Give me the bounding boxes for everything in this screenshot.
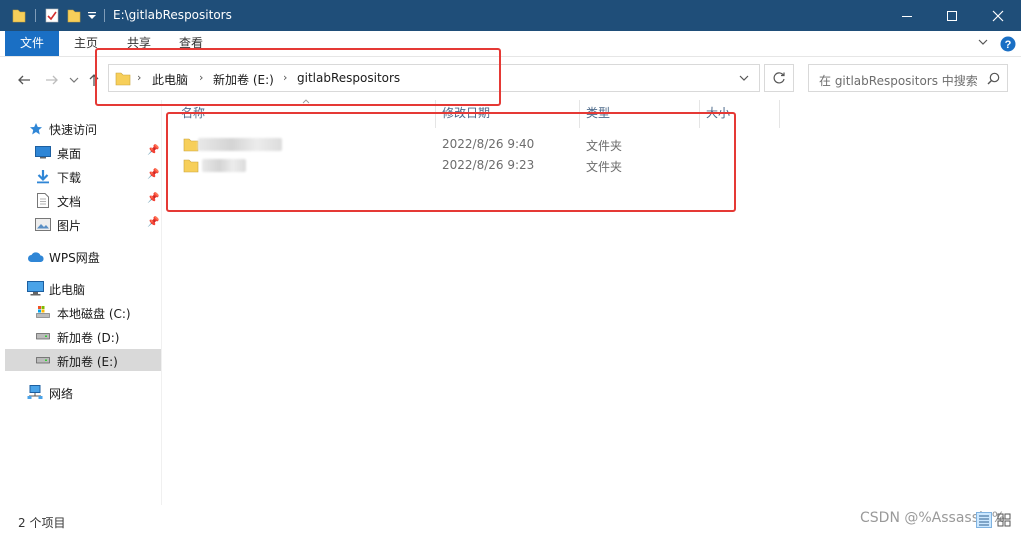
maximize-icon [947, 10, 957, 21]
maximize-button[interactable] [929, 0, 975, 31]
back-button[interactable] [14, 70, 34, 90]
sidebar-item-label: 下载 [57, 171, 82, 185]
chevron-down-icon [69, 77, 79, 83]
sidebar-item-label: 本地磁盘 (C:) [57, 307, 131, 321]
document-icon [37, 193, 49, 208]
desktop-icon [35, 146, 51, 159]
sidebar-item-quick-access[interactable]: 快速访问 [5, 117, 161, 139]
tab-file[interactable]: 文件 [5, 31, 60, 56]
search-icon[interactable] [987, 72, 1000, 85]
title-bar: E:\gitlabRespositors [0, 0, 1021, 31]
sidebar-item-label: 文档 [57, 195, 82, 209]
sidebar-item-label: 桌面 [57, 147, 82, 161]
search-box[interactable]: 在 gitlabRespositors 中搜索 [808, 64, 1008, 92]
sidebar-item-label: 快速访问 [49, 123, 98, 137]
refresh-icon [773, 72, 785, 84]
properties-icon[interactable] [45, 7, 59, 23]
system-drive-icon [36, 306, 50, 318]
sidebar-item-drive-c[interactable]: 本地磁盘 (C:) [5, 301, 161, 323]
network-icon [27, 385, 43, 399]
picture-icon [35, 218, 51, 231]
sidebar-item-documents[interactable]: 文档 📌 [5, 189, 161, 211]
large-icons-view-icon[interactable] [996, 512, 1012, 528]
close-icon [992, 10, 1004, 21]
sidebar-item-drive-e[interactable]: 新加卷 (E:) [5, 349, 161, 371]
chevron-down-icon[interactable] [739, 75, 749, 83]
pin-icon[interactable]: 📌 [147, 193, 159, 204]
highlight-box-files [166, 112, 736, 212]
pin-icon[interactable]: 📌 [147, 217, 159, 228]
refresh-button[interactable] [764, 64, 794, 92]
close-button[interactable] [975, 0, 1021, 31]
minimize-button[interactable] [884, 0, 930, 31]
sidebar-item-this-pc[interactable]: 此电脑 [5, 277, 161, 299]
customize-toolbar-icon[interactable] [87, 12, 97, 28]
sidebar-item-network[interactable]: 网络 [5, 381, 161, 403]
sidebar-item-label: 新加卷 (E:) [57, 355, 118, 369]
arrow-left-icon [18, 75, 30, 85]
pane-divider[interactable] [161, 100, 162, 505]
sidebar-item-label: 新加卷 (D:) [57, 331, 120, 345]
pin-icon[interactable]: 📌 [147, 145, 159, 156]
sidebar-item-drive-d[interactable]: 新加卷 (D:) [5, 325, 161, 347]
sidebar-item-wps-drive[interactable]: WPS网盘 [5, 245, 161, 267]
sidebar-item-label: 图片 [57, 219, 82, 233]
folder-icon[interactable] [12, 7, 26, 23]
recent-locations-button[interactable] [64, 70, 84, 90]
forward-button[interactable] [42, 70, 62, 90]
details-view-icon[interactable] [976, 512, 992, 528]
status-item-count: 2 个项目 [18, 516, 66, 530]
sidebar-item-downloads[interactable]: 下载 📌 [5, 165, 161, 187]
svg-text:?: ? [1005, 39, 1012, 51]
drive-icon [36, 357, 50, 364]
help-icon[interactable]: ? [1000, 36, 1016, 52]
sidebar-item-desktop[interactable]: 桌面 📌 [5, 141, 161, 163]
toolbar-separator [104, 9, 105, 22]
new-folder-icon[interactable] [67, 7, 81, 23]
toolbar-separator [35, 9, 36, 22]
sidebar-item-pictures[interactable]: 图片 📌 [5, 213, 161, 235]
search-input[interactable]: 在 gitlabRespositors 中搜索 [819, 72, 978, 89]
drive-icon [36, 333, 50, 340]
star-icon [30, 123, 42, 135]
download-icon [37, 170, 49, 184]
highlight-box-address [95, 48, 501, 106]
sidebar-item-label: 此电脑 [49, 283, 86, 297]
window-title: E:\gitlabRespositors [113, 8, 232, 22]
sidebar-item-label: 网络 [49, 387, 74, 401]
column-divider[interactable] [779, 100, 780, 128]
minimize-icon [902, 15, 912, 17]
sidebar-item-label: WPS网盘 [49, 251, 100, 265]
cloud-icon [28, 252, 44, 262]
arrow-right-icon [46, 75, 58, 85]
expand-ribbon-icon[interactable] [978, 39, 988, 47]
pin-icon[interactable]: 📌 [147, 169, 159, 180]
computer-icon [27, 281, 44, 296]
navigation-pane: 快速访问 桌面 📌 下载 📌 文档 📌 图片 📌 WPS网盘 此电脑 本地磁盘 … [5, 112, 161, 510]
